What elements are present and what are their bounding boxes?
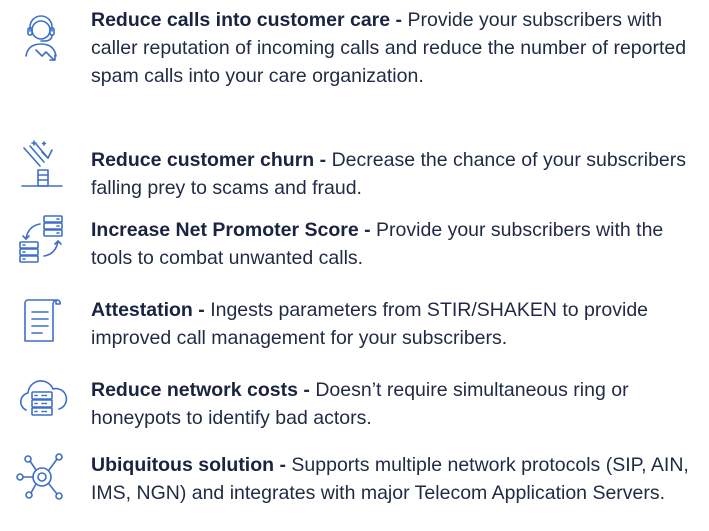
feature-text: Reduce calls into customer care - Provid… <box>91 6 703 90</box>
churn-decrease-icon <box>14 138 70 194</box>
feature-title: Ubiquitous solution <box>91 454 275 476</box>
feature-separator: - <box>274 454 292 476</box>
network-hub-icon <box>14 449 70 505</box>
feature-title: Reduce network costs <box>91 379 298 401</box>
feature-separator: - <box>390 9 408 31</box>
server-sync-icon <box>14 212 70 268</box>
feature-separator: - <box>192 299 211 321</box>
feature-separator: - <box>297 379 316 401</box>
feature-separator: - <box>358 219 377 241</box>
document-scroll-icon <box>14 292 70 348</box>
feature-title: Increase Net Promoter Score <box>91 219 359 241</box>
feature-separator: - <box>314 149 332 171</box>
feature-title: Reduce calls into customer care <box>91 9 391 31</box>
headset-agent-icon <box>14 10 70 66</box>
feature-text: Ubiquitous solution - Supports multiple … <box>91 451 703 507</box>
feature-title: Attestation <box>91 299 193 321</box>
cloud-server-icon <box>14 370 70 426</box>
feature-text: Increase Net Promoter Score - Provide yo… <box>91 216 703 272</box>
feature-text: Reduce network costs - Doesn’t require s… <box>91 376 703 432</box>
feature-title: Reduce customer churn <box>91 149 315 171</box>
feature-text: Attestation - Ingests parameters from ST… <box>91 296 703 352</box>
feature-text: Reduce customer churn - Decrease the cha… <box>91 146 703 202</box>
